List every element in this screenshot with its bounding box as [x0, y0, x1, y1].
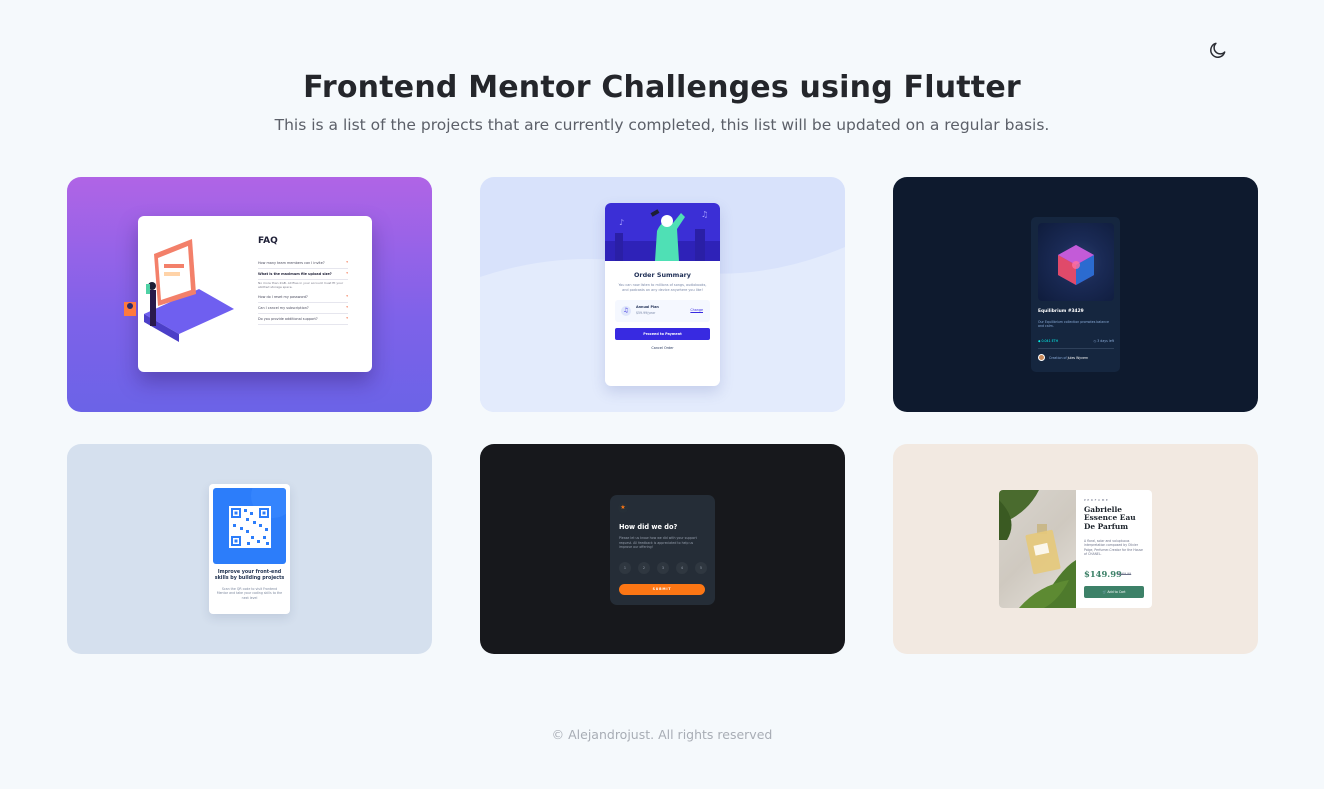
nft-creator: Creation of Jules Wyvern [1049, 356, 1088, 360]
faq-illustration [124, 239, 234, 342]
order-description: You can now listen to millions of songs,… [618, 283, 707, 292]
nft-preview: Equilibrium #3429 Our Equilibrium collec… [1031, 217, 1120, 372]
faq-list: How many team members can I invite? What… [258, 258, 348, 325]
star-icon: ★ [618, 503, 628, 513]
rating-option: 4 [676, 562, 688, 574]
project-card-interactive-rating[interactable]: ★ How did we do? Please let us know how … [480, 444, 845, 654]
project-card-qr-code[interactable]: Improve your front-end skills by buildin… [67, 444, 432, 654]
project-card-order-summary[interactable]: ♪ ♫ Order Summary You can now listen to … [480, 177, 845, 412]
nft-name: Equilibrium #3429 [1038, 309, 1084, 314]
product-name: Gabrielle Essence Eau De Parfum [1084, 505, 1136, 531]
order-summary-preview: ♪ ♫ Order Summary You can now listen to … [605, 203, 720, 386]
copyright-text: © Alejandrojust. All rights reserved [551, 727, 773, 742]
nft-price-value: 0.041 ETH [1041, 339, 1058, 343]
plan-change-link: Change [690, 307, 703, 312]
product-description: A floral, solar and voluptuous interpret… [1084, 539, 1143, 557]
rating-option: 5 [695, 562, 707, 574]
page-title: Frontend Mentor Challenges using Flutter [303, 70, 1021, 105]
moon-icon [1210, 42, 1226, 58]
faq-answer: No more than 2GB. All files in your acco… [258, 281, 344, 289]
order-title: Order Summary [634, 271, 691, 279]
submit-button: SUBMIT [619, 584, 705, 595]
page-header: Frontend Mentor Challenges using Flutter… [0, 68, 1324, 136]
product-category: PERFUME [1084, 498, 1110, 502]
creator-prefix: Creation of [1049, 356, 1067, 360]
svg-text:♪: ♪ [619, 218, 624, 227]
add-to-cart-label: Add to Cart [1107, 590, 1126, 594]
product-price: $149.99 [1084, 569, 1122, 579]
rating-preview: ★ How did we do? Please let us know how … [610, 495, 715, 605]
rating-option: 1 [619, 562, 631, 574]
cancel-order-button: Cancel Order [651, 345, 674, 350]
qr-title: Improve your front-end skills by buildin… [214, 570, 285, 582]
divider [1038, 348, 1114, 349]
project-card-product-preview[interactable]: PERFUME Gabrielle Essence Eau De Parfum … [893, 444, 1258, 654]
page-subtitle: This is a list of the projects that are … [274, 116, 1050, 134]
add-to-cart-button: 🛒 Add to Cart [1084, 586, 1144, 598]
faq-question: How many team members can I invite? [258, 258, 348, 269]
faq-preview: FAQ How many team members can I invite? … [124, 216, 372, 372]
svg-text:♫: ♫ [701, 210, 708, 219]
projects-grid: FAQ How many team members can I invite? … [67, 177, 1258, 654]
rating-description: Please let us know how we did with your … [619, 536, 697, 550]
order-hero-illustration: ♪ ♫ [605, 203, 720, 261]
creator-name: Jules Wyvern [1067, 356, 1089, 360]
faq-question: Can I cancel my subscription? [258, 303, 348, 314]
proceed-payment-button: Proceed to Payment [615, 327, 710, 340]
avatar [1038, 354, 1045, 361]
plan-price: $59.99/year [636, 310, 656, 315]
qr-code-image [213, 488, 286, 564]
rating-options: 1 2 3 4 5 [619, 562, 707, 574]
product-preview: PERFUME Gabrielle Essence Eau De Parfum … [999, 490, 1152, 608]
qr-preview: Improve your front-end skills by buildin… [209, 484, 290, 614]
faq-question: Do you provide additional support? [258, 314, 348, 325]
nft-time-left: ◷ 3 days left [1093, 339, 1114, 343]
plan-box: ♫ Annual Plan $59.99/year Change [615, 299, 710, 322]
project-card-nft-preview[interactable]: Equilibrium #3429 Our Equilibrium collec… [893, 177, 1258, 412]
product-old-price: $169.99 [1118, 572, 1132, 576]
qr-description: Scan the QR code to visit Frontend Mento… [216, 587, 283, 600]
theme-toggle-button[interactable] [1206, 38, 1230, 62]
faq-question: How do I reset my password? [258, 292, 348, 303]
rating-option: 3 [657, 562, 669, 574]
faq-question: What is the maximum file upload size? [258, 269, 348, 280]
rating-title: How did we do? [619, 523, 678, 531]
plan-name: Annual Plan [636, 304, 659, 309]
nft-image [1038, 223, 1114, 301]
footer: © Alejandrojust. All rights reserved [0, 727, 1324, 742]
perfume-image [999, 490, 1076, 608]
faq-title: FAQ [258, 236, 278, 246]
nft-days-value: 3 days left [1097, 339, 1114, 343]
nft-price: ◆ 0.041 ETH [1038, 339, 1058, 343]
rating-option: 2 [638, 562, 650, 574]
nft-description: Our Equilibrium collection promotes bala… [1038, 320, 1109, 329]
music-icon: ♫ [621, 305, 631, 316]
project-card-faq-accordion[interactable]: FAQ How many team members can I invite? … [67, 177, 432, 412]
